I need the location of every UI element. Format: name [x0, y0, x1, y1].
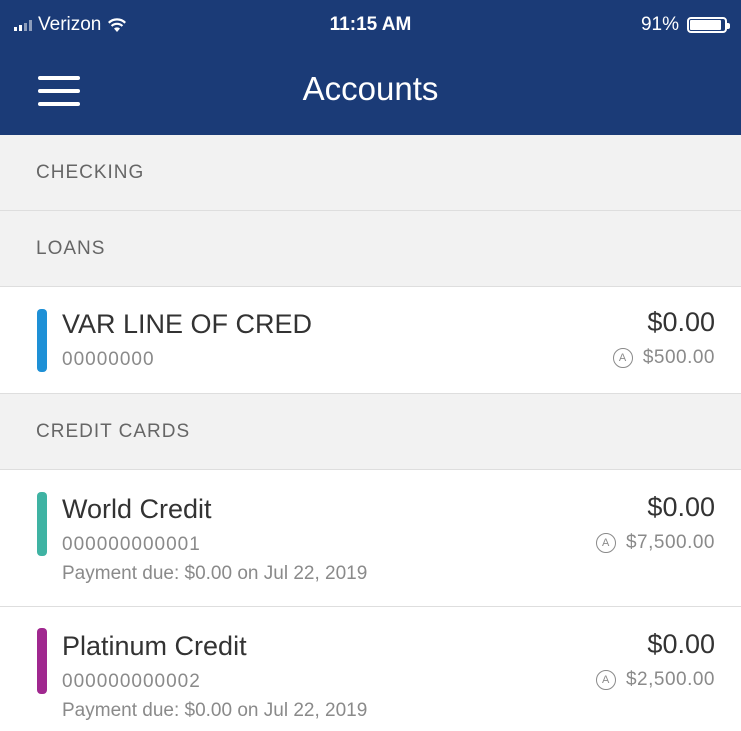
account-name: VAR LINE OF CRED — [62, 309, 313, 339]
battery-fill — [690, 20, 721, 30]
available-balance: A $500.00 — [612, 347, 715, 369]
account-number: 00000000 — [62, 349, 155, 370]
battery-percent: 91% — [640, 14, 679, 35]
navigation-bar: Accounts — [0, 44, 741, 135]
available-amount: $2,500.00 — [625, 669, 715, 690]
section-header-checking: CHECKING — [0, 135, 741, 211]
account-balance: $0.00 — [647, 492, 715, 522]
payment-due: Payment due: $0.00 on Jul 22, 2019 — [62, 563, 368, 584]
available-amount: $7,500.00 — [625, 532, 715, 553]
section-header-loans: LOANS — [0, 211, 741, 287]
account-color-bar — [37, 492, 47, 556]
payment-due: Payment due: $0.00 on Jul 22, 2019 — [62, 700, 368, 721]
accounts-list: CHECKING LOANS VAR LINE OF CRED 00000000… — [0, 135, 741, 731]
account-row-platinum-credit[interactable]: Platinum Credit 000000000002 Payment due… — [0, 607, 741, 731]
available-icon: A — [595, 533, 616, 553]
available-balance: A $7,500.00 — [595, 532, 715, 554]
account-color-bar — [37, 309, 47, 372]
available-icon: A — [612, 348, 633, 368]
account-balance: $0.00 — [647, 307, 715, 337]
account-balance: $0.00 — [647, 629, 715, 659]
accounts-screen: Verizon 11:15 AM 91% Accounts CHECKING L… — [0, 0, 741, 731]
battery-icon — [687, 17, 730, 33]
account-row-var-line-of-cred[interactable]: VAR LINE OF CRED 00000000 $0.00 A $500.0… — [0, 287, 741, 394]
available-amount: $500.00 — [642, 347, 715, 368]
account-name: World Credit — [62, 494, 212, 524]
status-right: 91% — [640, 14, 730, 36]
account-row-world-credit[interactable]: World Credit 000000000001 Payment due: $… — [0, 470, 741, 607]
page-title: Accounts — [302, 70, 439, 107]
status-time: 11:15 AM — [329, 14, 412, 35]
status-bar: Verizon 11:15 AM 91% — [0, 0, 741, 44]
section-header-credit-cards: CREDIT CARDS — [0, 394, 741, 470]
account-number: 000000000001 — [62, 534, 201, 555]
account-color-bar — [37, 628, 47, 694]
available-icon: A — [595, 670, 616, 690]
available-balance: A $2,500.00 — [595, 669, 715, 691]
account-number: 000000000002 — [62, 671, 201, 692]
account-name: Platinum Credit — [62, 631, 247, 661]
